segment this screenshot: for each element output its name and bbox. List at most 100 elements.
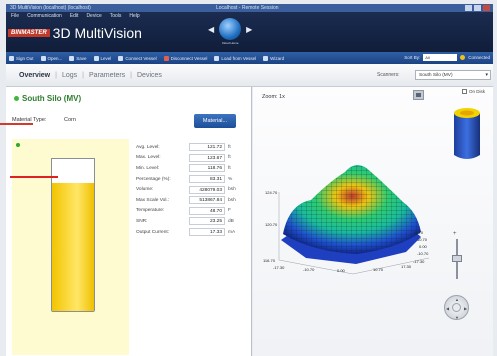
sign-out-button[interactable]: Sign Out [9,55,34,61]
globe-icon[interactable]: Cloud Home [219,18,242,45]
window-controls [465,5,490,11]
level-label: Level [100,55,112,61]
load-from-vessel-button[interactable]: Load from Vessel [214,55,257,61]
menu-communication[interactable]: Communication [27,12,62,20]
x-tick-label: 10.70 [373,267,384,272]
menu-edit[interactable]: Edit [70,12,79,20]
x-tick-label: 0.00 [337,268,346,273]
rotate-down-icon[interactable]: ▼ [455,315,459,320]
reading-value: 428079.03 [189,185,225,194]
y-tick-label: 0.00 [419,244,428,249]
save-button[interactable]: Save [69,55,87,61]
reading-label: Percentage (%): [136,176,171,182]
silo-tube [51,158,95,312]
y-tick-label: 15.70 [413,230,424,235]
menu-help[interactable]: Help [129,12,139,20]
on-disk-checkbox[interactable] [462,89,467,94]
rotate-right-icon[interactable]: ▶ [464,306,467,311]
app-name: 3D MultiVision [52,25,142,41]
x-tick-label: -10.70 [303,267,315,272]
zoom-slider[interactable]: + [451,231,463,281]
print-icon[interactable] [413,90,424,100]
y-tick-label: -17.30 [413,259,425,264]
tab-strip: Overview | Logs | Parameters | Devices S… [6,64,493,87]
save-icon [69,55,75,61]
surface-mesh-grid [283,165,421,254]
reading-unit: % [228,176,233,182]
connection-status-label: Connected [468,55,490,60]
status-dot-icon [14,96,19,101]
3d-view-panel: Zoom: 1x On Disk 124.70 120.70 116.70 -1… [253,87,493,356]
window-center-title: Localhost - Remote Session [216,5,279,11]
z-tick-label: 124.70 [265,190,278,195]
tab-parameters[interactable]: Parameters [84,72,130,79]
reading-label: SNR: [136,218,148,224]
load-from-vessel-label: Load from Vessel [221,55,257,61]
toolbar: Sign Out Open... Save Level Connect Vess… [6,52,493,64]
material-type-label: Material Type: [12,117,47,123]
view-rotate-pad[interactable]: ▲ ▼ ◀ ▶ [444,295,469,320]
sort-by-select[interactable]: All [423,54,458,61]
reading-unit: ft [228,165,231,171]
reading-value: 83.31 [189,175,225,184]
back-arrow-icon[interactable]: ◀ [208,25,214,34]
open-button[interactable]: Open... [40,55,62,61]
z-tick-label: 116.70 [263,258,276,263]
on-disk-toggle[interactable]: On Disk [462,89,485,94]
center-nav: ◀ Cloud Home ▶ [208,18,252,45]
connect-icon [118,55,124,61]
zoom-slider-thumb[interactable] [452,255,462,262]
reading-unit: mA [228,229,236,235]
reading-value: 17.33 [189,228,225,237]
reading-label: Max Scale Vol.: [136,197,170,203]
menu-file[interactable]: File [11,12,19,20]
reading-row: Max. Level: 123.67 ft [136,153,248,164]
reading-row: Avg. Level: 121.72 ft [136,142,248,153]
scanners-label: Scanners: [377,72,400,78]
reading-label: Max. Level: [136,155,161,161]
silo-status-dot-icon [16,143,20,147]
wizard-label: Wizard [270,55,285,61]
zoom-in-icon[interactable]: + [453,231,457,237]
connect-vessel-button[interactable]: Connect Vessel [118,55,157,61]
reading-label: Volume: [136,187,154,193]
reading-row: Max Scale Vol.: 513867.84 bsh [136,195,248,206]
sign-out-label: Sign Out [16,55,34,61]
tab-logs[interactable]: Logs [57,72,82,79]
menu-tools[interactable]: Tools [110,12,122,20]
zoom-label: Zoom: 1x [262,94,285,100]
reset-view-icon[interactable] [452,303,461,312]
disconnect-icon [163,55,169,61]
red-accent-line [0,123,33,125]
rotate-up-icon[interactable]: ▲ [455,297,459,302]
reading-unit: ft [228,155,231,161]
tab-devices[interactable]: Devices [132,72,167,79]
reading-row: Output Current: 17.33 mA [136,227,248,238]
material-button[interactable]: Material... [194,114,236,128]
window-title: 3D MultiVision (localhost) (localhost) [10,5,91,11]
vessel-name: South Silo (MV) [22,94,82,103]
menu-device[interactable]: Device [86,12,101,20]
level-button[interactable]: Level [93,55,112,61]
material-type-value: Corn [64,117,76,123]
reading-row: Percentage (%): 83.31% [136,174,248,185]
reading-unit: ft [228,144,231,150]
maximize-button[interactable] [474,5,481,11]
disconnect-vessel-button[interactable]: Disconnect Vessel [163,55,207,61]
load-icon [214,55,220,61]
save-label: Save [76,55,87,61]
rotate-left-icon[interactable]: ◀ [446,306,449,311]
scanner-select[interactable]: South Silo (MV) ▾ [415,70,491,80]
brand: BINMASTER 3D MultiVision [8,25,142,41]
silo-graphic-area [10,139,129,355]
reading-value: 123.67 [189,153,225,162]
minimize-button[interactable] [465,5,472,11]
reading-row: SNR: 23.25 dB [136,216,248,227]
tab-overview[interactable]: Overview [14,72,55,79]
readings-table: Avg. Level: 121.72 ft Max. Level: 123.67 ft Mi… [136,142,248,237]
wizard-button[interactable]: Wizard [263,55,285,61]
y-tick-label: 10.70 [417,237,428,242]
forward-arrow-icon[interactable]: ▶ [246,25,252,34]
z-tick-label: 120.70 [265,222,278,227]
close-button[interactable] [483,5,490,11]
